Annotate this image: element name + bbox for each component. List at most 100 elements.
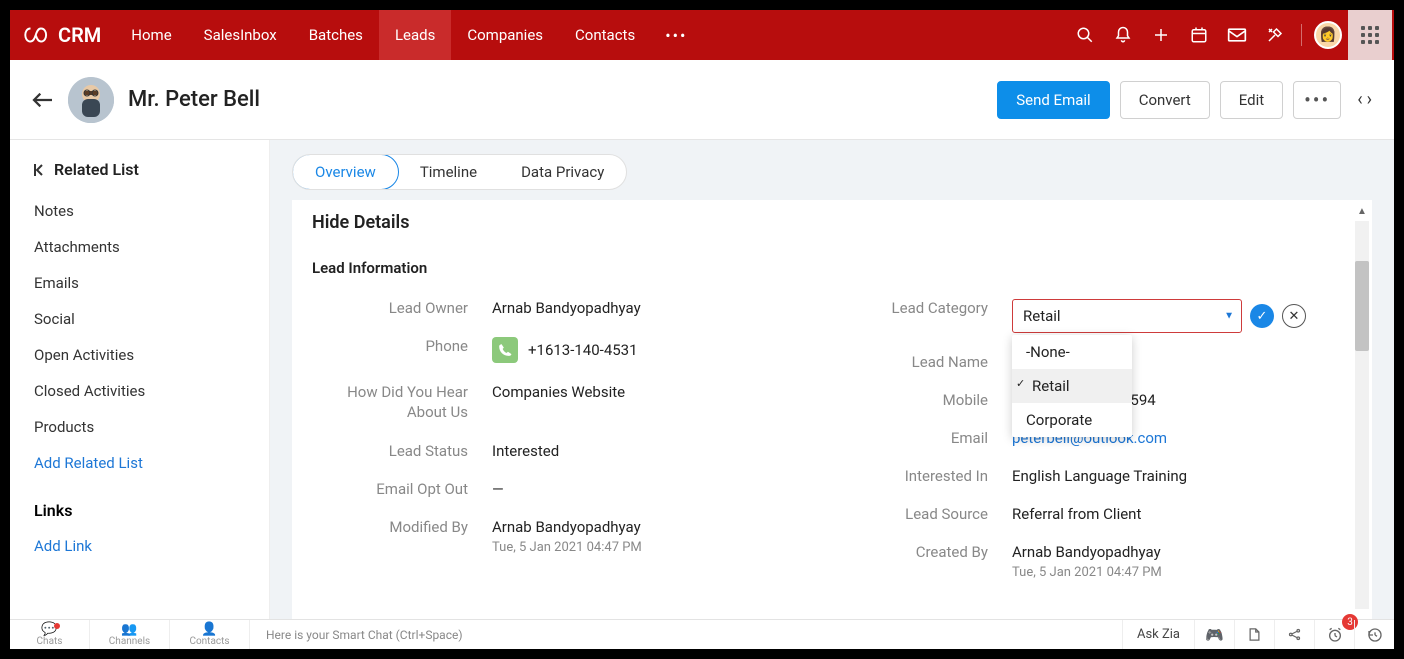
back-arrow-icon[interactable] (32, 91, 54, 109)
tab-overview[interactable]: Overview (292, 154, 399, 190)
send-email-button[interactable]: Send Email (997, 81, 1109, 119)
add-link-link[interactable]: Add Link (34, 528, 245, 564)
lead-category-menu: -None- Retail Corporate (1012, 335, 1132, 437)
footer-tab-contacts[interactable]: 👤 Contacts (170, 620, 250, 649)
record-avatar (68, 77, 114, 123)
collapse-icon[interactable] (34, 163, 46, 177)
brand: CRM (10, 23, 115, 47)
phone-number: +1613-140-4531 (528, 341, 638, 359)
hide-details-toggle[interactable]: Hide Details (292, 200, 1372, 241)
tab-timeline[interactable]: Timeline (398, 155, 499, 189)
phone-icon[interactable] (492, 337, 518, 363)
related-list-title: Related List (54, 160, 139, 179)
tabs: Overview Timeline Data Privacy (292, 154, 627, 190)
brand-text: CRM (58, 23, 101, 47)
sidebar-item-products[interactable]: Products (34, 409, 245, 445)
dd-option-retail[interactable]: Retail (1012, 369, 1132, 403)
dd-option-corporate[interactable]: Corporate (1012, 403, 1132, 437)
tools-icon[interactable] (1257, 10, 1293, 60)
scroll-thumb[interactable] (1355, 261, 1369, 351)
smart-chat-hint[interactable]: Here is your Smart Chat (Ctrl+Space) (250, 628, 1122, 642)
prev-record-icon[interactable]: ‹ (1357, 89, 1362, 110)
lead-category-dropdown[interactable]: Retail ▼ -None- Retail Corporate (1012, 299, 1242, 333)
notification-dot (54, 623, 60, 629)
field-columns: Lead Owner Arnab Bandyopadhyay Phone +16… (292, 289, 1372, 590)
plus-icon[interactable] (1143, 10, 1179, 60)
sidebar-item-open-activities[interactable]: Open Activities (34, 337, 245, 373)
nav-item-home[interactable]: Home (115, 10, 187, 60)
calendar-icon[interactable] (1181, 10, 1217, 60)
nav-more[interactable]: ••• (651, 10, 701, 60)
record-header: Mr. Peter Bell Send Email Convert Edit •… (10, 60, 1394, 140)
label-phone: Phone (312, 337, 492, 355)
nav-item-batches[interactable]: Batches (293, 10, 379, 60)
label-created-by: Created By (832, 543, 1012, 561)
scroll-track[interactable] (1355, 221, 1369, 609)
tabs-row: Overview Timeline Data Privacy (270, 140, 1394, 200)
top-nav: CRM Home SalesInbox Batches Leads Compan… (10, 10, 1394, 60)
record-pager: ‹ › (1357, 89, 1372, 110)
alarm-icon[interactable]: 3 (1314, 620, 1354, 649)
nav-right: 👩 (1067, 10, 1394, 60)
share-icon[interactable] (1274, 620, 1314, 649)
vertical-scrollbar[interactable]: ▲ (1354, 206, 1370, 613)
footer-tab-chats[interactable]: 💬 Chats (10, 620, 90, 649)
label-email-optout: Email Opt Out (312, 480, 492, 498)
edit-button[interactable]: Edit (1220, 81, 1283, 119)
right-column: Lead Category Retail ▼ -None- Ret (832, 289, 1352, 590)
nav-separator (1301, 24, 1302, 46)
sidebar-item-attachments[interactable]: Attachments (34, 229, 245, 265)
gamepad-icon[interactable]: 🎮 (1194, 620, 1234, 649)
convert-button[interactable]: Convert (1120, 81, 1210, 119)
search-icon[interactable] (1067, 10, 1103, 60)
value-hear-about: Companies Website (492, 383, 832, 401)
next-record-icon[interactable]: › (1367, 89, 1372, 110)
sidebar-item-emails[interactable]: Emails (34, 265, 245, 301)
dd-option-none[interactable]: -None- (1012, 335, 1132, 369)
related-list-header: Related List (34, 160, 245, 179)
ask-zia-button[interactable]: Ask Zia (1122, 620, 1194, 649)
sidebar-item-social[interactable]: Social (34, 301, 245, 337)
tab-data-privacy[interactable]: Data Privacy (499, 155, 626, 189)
lead-category-input[interactable]: Retail (1012, 299, 1242, 333)
footer-tab-label: Chats (37, 636, 63, 647)
value-email-optout: — (492, 480, 832, 498)
scroll-up-icon[interactable]: ▲ (1357, 206, 1367, 217)
footer-tab-label: Channels (109, 636, 150, 647)
nav-item-companies[interactable]: Companies (451, 10, 559, 60)
channels-icon: 👥 (121, 623, 137, 636)
sidebar-item-notes[interactable]: Notes (34, 193, 245, 229)
brand-logo-icon (24, 25, 50, 45)
nav-item-salesinbox[interactable]: SalesInbox (188, 10, 293, 60)
nav-item-contacts[interactable]: Contacts (559, 10, 651, 60)
label-lead-status: Lead Status (312, 442, 492, 460)
mail-icon[interactable] (1219, 10, 1255, 60)
sidebar-item-closed-activities[interactable]: Closed Activities (34, 373, 245, 409)
bell-icon[interactable] (1105, 10, 1141, 60)
label-interested-in: Interested In (832, 467, 1012, 485)
value-lead-source: Referral from Client (1012, 505, 1352, 523)
cancel-edit-button[interactable]: ✕ (1282, 304, 1306, 328)
add-related-list-link[interactable]: Add Related List (34, 445, 245, 481)
contacts-icon: 👤 (201, 623, 217, 636)
label-lead-name: Lead Name (832, 353, 1012, 371)
value-lead-category: Retail ▼ -None- Retail Corporate (1012, 299, 1352, 333)
apps-grid-icon[interactable] (1348, 10, 1392, 60)
more-actions-button[interactable]: ••• (1293, 81, 1341, 119)
label-lead-owner: Lead Owner (312, 299, 492, 317)
value-lead-owner: Arnab Bandyopadhyay (492, 299, 832, 317)
value-interested-in: English Language Training (1012, 467, 1352, 485)
detail-card: Hide Details Lead Information Lead Owner… (292, 200, 1372, 619)
note-icon[interactable] (1234, 620, 1274, 649)
nav-items: Home SalesInbox Batches Leads Companies … (115, 10, 701, 60)
modified-by-name: Arnab Bandyopadhyay (492, 518, 832, 536)
footer-tab-channels[interactable]: 👥 Channels (90, 620, 170, 649)
confirm-edit-button[interactable]: ✓ (1250, 304, 1274, 328)
lead-category-selected: Retail (1023, 307, 1061, 325)
user-avatar[interactable]: 👩 (1310, 10, 1346, 60)
history-icon[interactable] (1354, 620, 1394, 649)
value-phone: +1613-140-4531 (492, 337, 832, 363)
modified-by-date: Tue, 5 Jan 2021 04:47 PM (492, 540, 832, 555)
nav-item-leads[interactable]: Leads (379, 10, 451, 60)
links-title: Links (34, 501, 245, 520)
